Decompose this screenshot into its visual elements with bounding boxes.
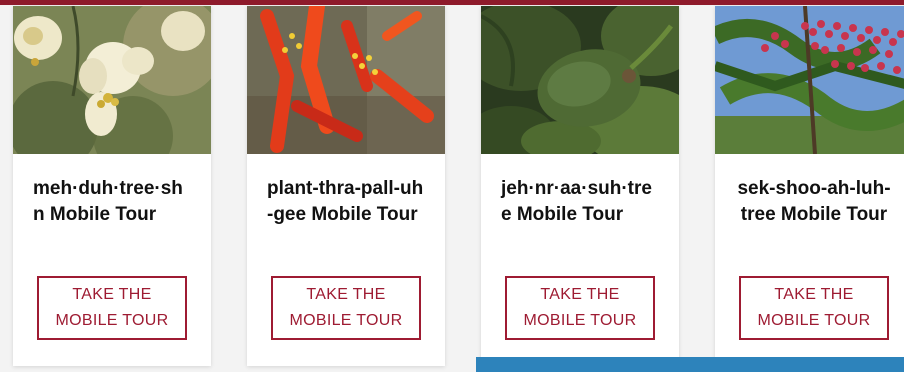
tour-card-2: plant-thra-pall-uh-gee Mobile Tour TAKE … <box>247 6 445 366</box>
button-label-line1: TAKE THE <box>774 286 854 303</box>
top-accent-rule <box>0 0 904 5</box>
tour-card-3: jeh·nr·aa·suh·tree Mobile Tour TAKE THE … <box>481 6 679 366</box>
red-berry-tree-photo[interactable] <box>715 6 904 154</box>
green-fig-photo[interactable] <box>481 6 679 154</box>
tour-card-1: meh·duh·tree·shn Mobile Tour TAKE THE MO… <box>13 6 211 366</box>
take-mobile-tour-button[interactable]: TAKE THE MOBILE TOUR <box>505 276 655 340</box>
red-tubular-flower-photo[interactable] <box>247 6 445 154</box>
button-label-line1: TAKE THE <box>306 286 386 303</box>
take-mobile-tour-button[interactable]: TAKE THE MOBILE TOUR <box>739 276 889 340</box>
tour-card-title: plant-thra-pall-uh-gee Mobile Tour <box>267 178 424 225</box>
button-label-line2: MOBILE TOUR <box>757 312 871 329</box>
white-flower-photo[interactable] <box>13 6 211 154</box>
tour-card-grid: meh·duh·tree·shn Mobile Tour TAKE THE MO… <box>0 0 904 372</box>
bottom-blue-bar <box>476 357 904 372</box>
button-label-line1: TAKE THE <box>540 286 620 303</box>
take-mobile-tour-button[interactable]: TAKE THE MOBILE TOUR <box>37 276 187 340</box>
button-label-line1: TAKE THE <box>72 286 152 303</box>
button-label-line2: MOBILE TOUR <box>289 312 403 329</box>
button-label-line2: MOBILE TOUR <box>55 312 169 329</box>
tour-card-title: jeh·nr·aa·suh·tree Mobile Tour <box>501 178 652 225</box>
button-label-line2: MOBILE TOUR <box>523 312 637 329</box>
tour-card-4: sek-shoo-ah-luh-tree Mobile Tour TAKE TH… <box>715 6 904 366</box>
tour-card-title: meh·duh·tree·shn Mobile Tour <box>33 178 183 225</box>
take-mobile-tour-button[interactable]: TAKE THE MOBILE TOUR <box>271 276 421 340</box>
tour-card-title: sek-shoo-ah-luh-tree Mobile Tour <box>737 178 891 225</box>
